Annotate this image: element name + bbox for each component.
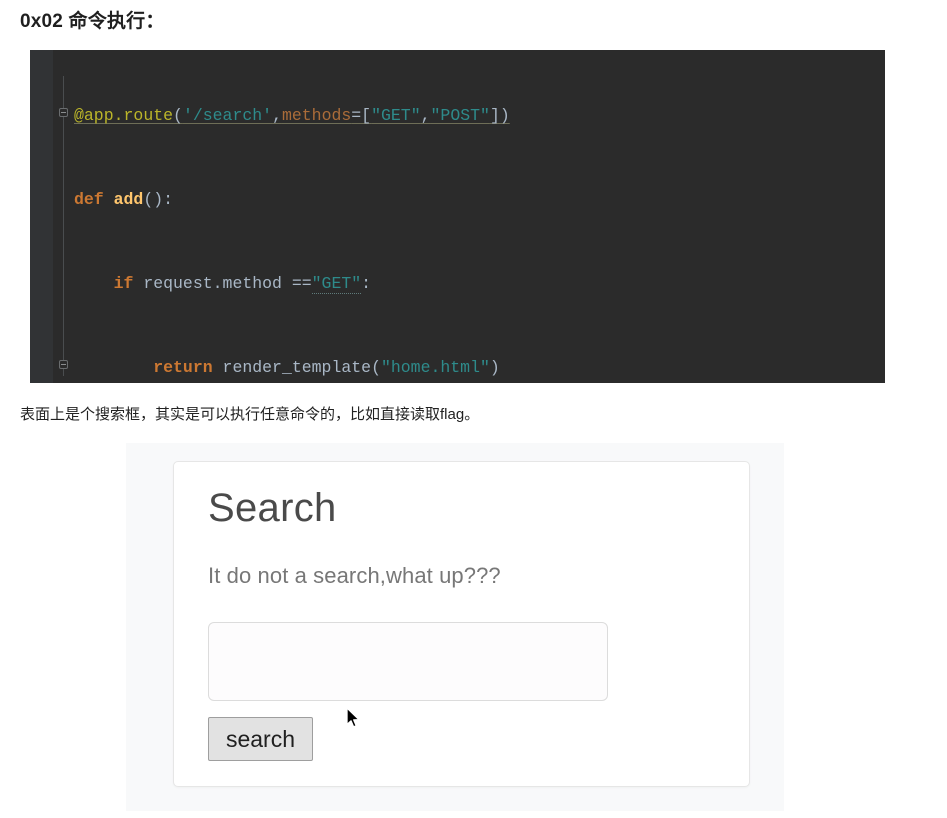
- code-token-punct: ): [489, 358, 500, 377]
- search-card: Search It do not a search,what up??? sea…: [173, 461, 750, 787]
- code-token-punct: :: [361, 274, 372, 293]
- search-input[interactable]: [208, 622, 608, 701]
- code-fold-line: [63, 76, 64, 376]
- search-page-title: Search: [208, 486, 337, 530]
- page-title: 0x02 命令执行：: [20, 11, 165, 32]
- code-token-string: "GET": [311, 274, 362, 294]
- code-fold-collapse-icon[interactable]: [59, 108, 68, 117]
- code-token-decorator: @: [74, 106, 84, 125]
- search-button[interactable]: search: [208, 717, 313, 761]
- code-token-string: "home.html": [380, 358, 490, 377]
- code-token-punct: ,: [420, 106, 431, 125]
- search-page-subtitle: It do not a search,what up???: [208, 563, 501, 588]
- code-token-decorator-name: app.route: [83, 106, 174, 125]
- code-line: @app.route('/search',methods=["GET","POS…: [74, 102, 885, 130]
- code-block-screenshot: @app.route('/search',methods=["GET","POS…: [30, 50, 885, 383]
- code-fold-collapse-icon[interactable]: [59, 360, 68, 369]
- code-token-keyword: return: [153, 358, 213, 377]
- browser-screenshot: Search It do not a search,what up??? sea…: [126, 443, 784, 811]
- code-token-punct: ]): [489, 106, 510, 125]
- code-content: @app.route('/search',methods=["GET","POS…: [74, 74, 885, 383]
- code-token-text: render_template(: [212, 358, 381, 377]
- code-token-keyword: def: [74, 190, 104, 209]
- code-token-punct: ,: [272, 106, 282, 125]
- code-token-function-name: add: [113, 190, 144, 209]
- code-gutter: [30, 50, 53, 383]
- code-token-punct: (: [173, 106, 183, 125]
- caption-text: 表面上是个搜索框，其实是可以执行任意命令的，比如直接读取flag。: [20, 406, 480, 423]
- code-token-string: "POST": [430, 106, 490, 125]
- code-token-text: request.method ==: [133, 274, 312, 293]
- code-token-punct: ():: [143, 190, 174, 209]
- code-token-kwarg: methods: [281, 106, 352, 125]
- code-line: def add():: [74, 186, 885, 214]
- code-line: if request.method =="GET":: [74, 270, 885, 298]
- code-token-string: '/search': [182, 106, 273, 125]
- code-line: return render_template("home.html"): [74, 354, 885, 382]
- code-token-punct: =[: [351, 106, 372, 125]
- code-token-string: "GET": [371, 106, 421, 125]
- code-token-keyword: if: [113, 274, 134, 293]
